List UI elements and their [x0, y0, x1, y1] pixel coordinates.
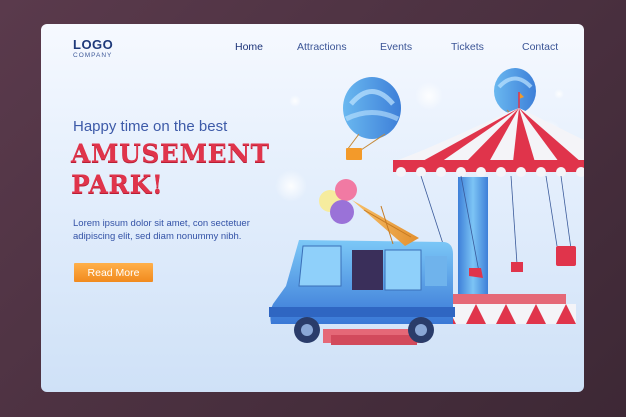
landing-page: LOGO COMPANY Home Attractions Events Tic… [41, 24, 584, 392]
hot-air-balloon-icon [343, 77, 401, 160]
ice-cream-truck-icon [269, 179, 455, 345]
amusement-illustration [269, 68, 584, 345]
